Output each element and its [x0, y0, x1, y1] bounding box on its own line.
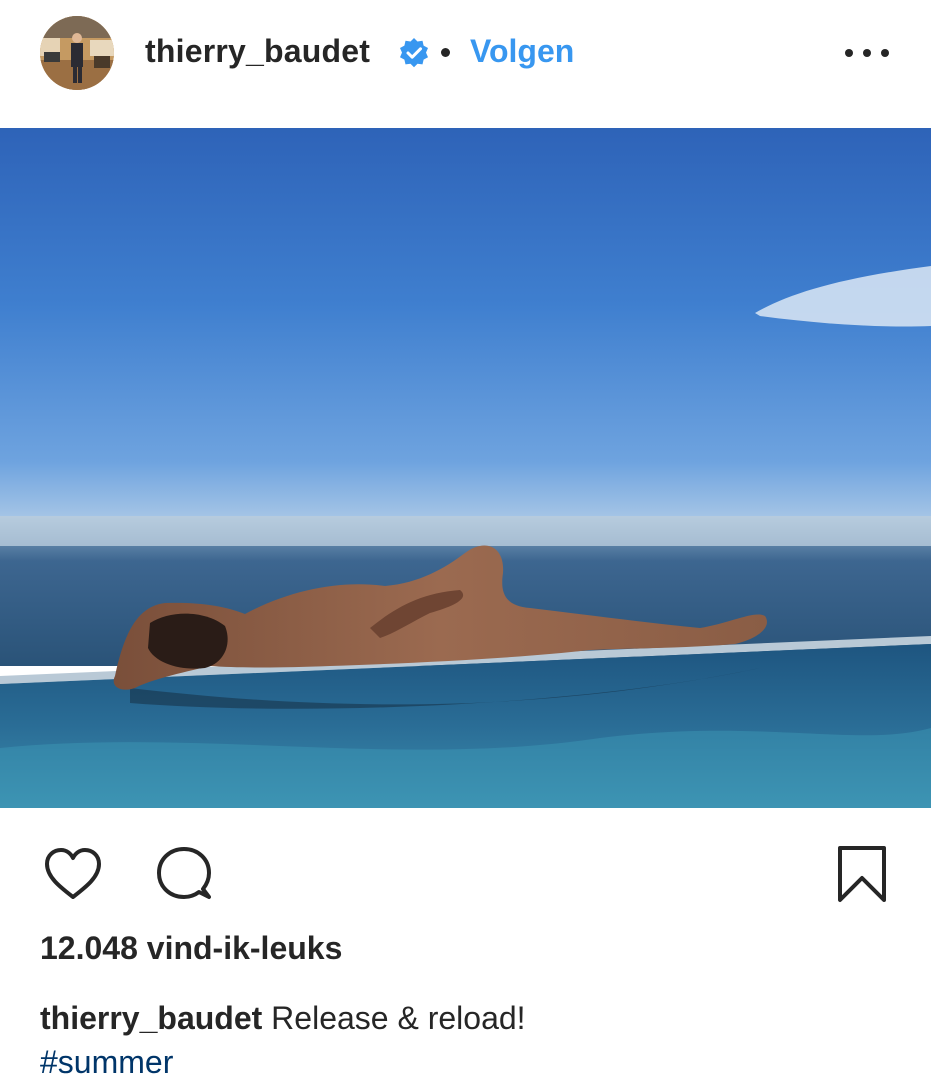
avatar[interactable] [40, 16, 114, 90]
follow-button[interactable]: Volgen [470, 33, 574, 70]
likes-count[interactable]: 12.048 vind-ik-leuks [40, 930, 342, 967]
separator-dot [441, 48, 450, 57]
verified-badge-icon [400, 38, 428, 68]
caption-username[interactable]: thierry_baudet [40, 1000, 262, 1036]
hashtag-link[interactable]: #summer [40, 1040, 900, 1084]
action-bar [0, 840, 931, 910]
post-image[interactable] [0, 128, 931, 808]
post-header: thierry_baudet Volgen [0, 0, 931, 110]
more-options-icon[interactable] [845, 40, 889, 66]
comment-icon[interactable] [153, 845, 215, 903]
caption-text: Release & reload! [271, 1000, 526, 1036]
username[interactable]: thierry_baudet [145, 33, 370, 70]
caption: thierry_baudet Release & reload! #summer [40, 996, 900, 1084]
like-icon[interactable] [42, 845, 104, 903]
bookmark-icon[interactable] [836, 844, 888, 904]
